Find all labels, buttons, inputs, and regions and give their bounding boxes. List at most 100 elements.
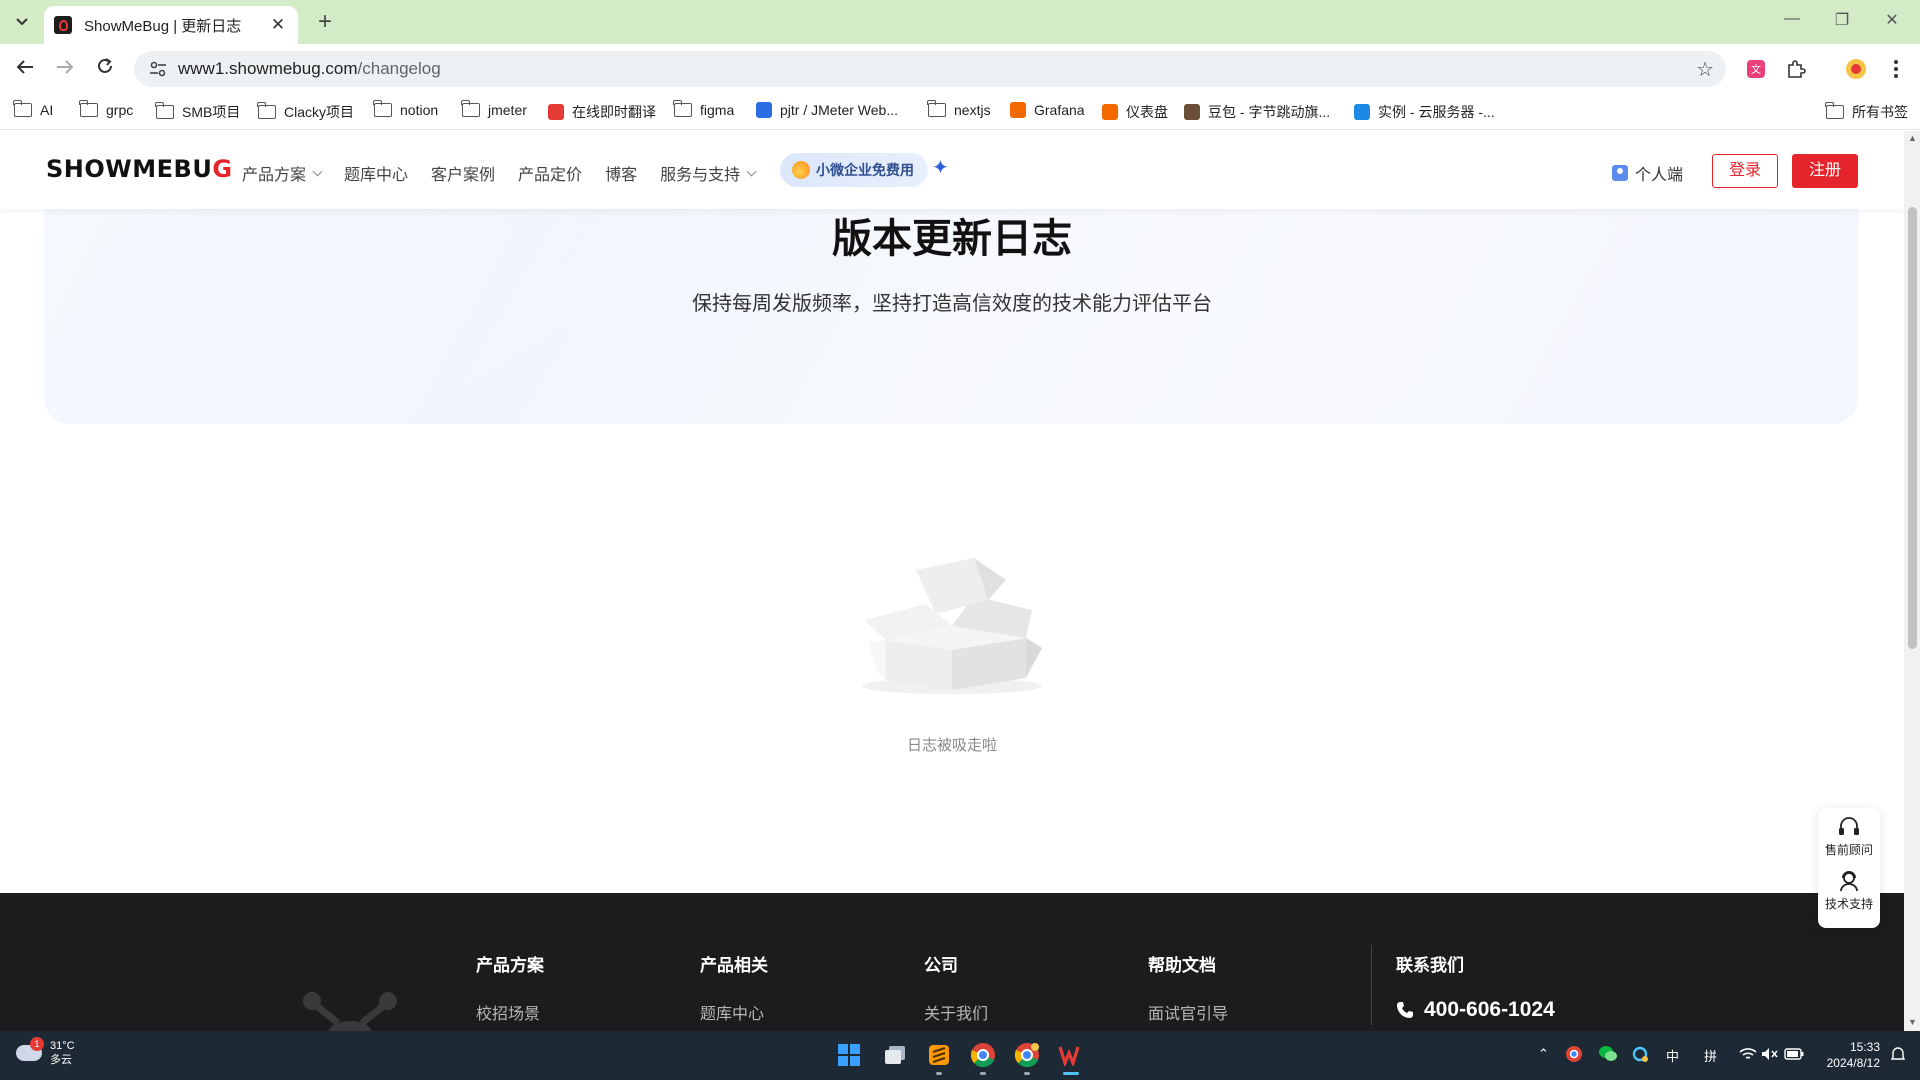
all-bookmarks-folder[interactable]: 所有书签 bbox=[1825, 102, 1908, 122]
wifi-icon[interactable] bbox=[1736, 1042, 1760, 1066]
bookmark-item[interactable]: notion bbox=[373, 100, 438, 118]
restore-button[interactable]: ❐ bbox=[1830, 10, 1854, 30]
url-text: www1.showmebug.com/changelog bbox=[178, 59, 441, 78]
bookmark-item[interactable]: nextjs bbox=[927, 100, 991, 118]
empty-state-text: 日志被吸走啦 bbox=[906, 737, 997, 754]
footer-link[interactable]: 校招场景 bbox=[476, 1000, 544, 1024]
back-button[interactable] bbox=[12, 56, 38, 82]
ime-language-indicator[interactable]: 中 bbox=[1666, 1046, 1679, 1065]
tray-chrome-icon[interactable] bbox=[1562, 1042, 1586, 1066]
personal-edition-link[interactable]: 个人端 bbox=[1612, 161, 1683, 185]
ime-mode-indicator[interactable]: 拼 bbox=[1704, 1046, 1717, 1065]
reload-icon bbox=[98, 58, 112, 73]
minimize-button[interactable]: — bbox=[1780, 10, 1804, 28]
mascot-bug-icon bbox=[303, 992, 397, 1031]
wps-icon bbox=[1058, 1046, 1080, 1066]
footer-link[interactable]: 题库中心 bbox=[700, 1000, 768, 1024]
site-nav-item[interactable]: 产品定价 bbox=[518, 161, 582, 185]
register-button[interactable]: 注册 bbox=[1792, 154, 1858, 188]
site-nav: 产品方案 题库中心 客户案例 产品定价 博客 服务与支持 bbox=[242, 161, 778, 185]
headset-icon bbox=[1839, 817, 1859, 835]
bookmark-item[interactable]: Grafana bbox=[1010, 102, 1085, 118]
bookmark-item[interactable]: 实例 - 云服务器 -... bbox=[1354, 102, 1495, 122]
tray-overflow-icon[interactable]: ⌃ bbox=[1538, 1046, 1549, 1062]
site-footer: 产品方案 校招场景 产品相关 题库中心 公司 关于我们 帮助文档 面试官引导 联… bbox=[0, 893, 1904, 1031]
weather-widget[interactable]: 1 31°C 多云 bbox=[16, 1037, 75, 1067]
sublime-text-icon bbox=[929, 1045, 949, 1065]
site-header: SHOWMEBUG 产品方案 题库中心 客户案例 产品定价 博客 服务与支持 小微企业免费… bbox=[0, 131, 1904, 209]
taskbar-app-sublime[interactable] bbox=[924, 1040, 954, 1075]
taskbar-app-chrome-profile[interactable] bbox=[1012, 1040, 1042, 1075]
browser-menu-icon[interactable] bbox=[1884, 57, 1908, 81]
footer-phone[interactable]: 400-606-1024 bbox=[1396, 998, 1555, 1022]
address-bar[interactable]: www1.showmebug.com/changelog ☆ bbox=[134, 51, 1726, 87]
extensions-puzzle-icon[interactable] bbox=[1784, 57, 1808, 81]
footer-link[interactable]: 关于我们 bbox=[924, 1000, 988, 1024]
folder-icon bbox=[13, 100, 32, 117]
bookmark-item[interactable]: figma bbox=[673, 100, 734, 118]
arrow-left-icon bbox=[16, 60, 33, 74]
bookmark-item[interactable]: Clacky项目 bbox=[257, 102, 354, 122]
new-tab-button[interactable]: + bbox=[312, 9, 338, 35]
tray-wechat-icon[interactable] bbox=[1596, 1042, 1620, 1066]
browser-tab-active[interactable]: ShowMeBug | 更新日志 ✕ bbox=[44, 6, 298, 44]
bookmark-item[interactable]: jmeter bbox=[461, 100, 527, 118]
tray-network-drive-icon[interactable] bbox=[1628, 1042, 1652, 1066]
footer-link[interactable]: 面试官引导 bbox=[1148, 1000, 1228, 1024]
start-button[interactable] bbox=[834, 1040, 864, 1070]
folder-icon bbox=[257, 102, 276, 119]
site-nav-item[interactable]: 题库中心 bbox=[344, 161, 408, 185]
folder-icon bbox=[373, 100, 392, 117]
floating-support-panel: 售前顾问 技术支持 bbox=[1818, 808, 1880, 928]
folder-icon bbox=[927, 100, 946, 117]
presales-consultant-button[interactable]: 售前顾问 bbox=[1818, 816, 1880, 858]
bookmark-item[interactable]: AI bbox=[13, 100, 53, 118]
close-window-button[interactable]: ✕ bbox=[1880, 10, 1904, 30]
scrollbar-thumb[interactable] bbox=[1908, 207, 1917, 649]
site-nav-item[interactable]: 服务与支持 bbox=[660, 161, 757, 185]
footer-col-company: 公司 关于我们 bbox=[924, 956, 989, 1024]
taskbar-app-chrome[interactable] bbox=[968, 1040, 998, 1075]
showmebug-logo[interactable]: SHOWMEBUG bbox=[46, 155, 233, 183]
taskbar-app-wps[interactable] bbox=[1056, 1040, 1086, 1075]
bookmark-item[interactable]: 仪表盘 bbox=[1102, 102, 1168, 122]
shield-icon bbox=[756, 102, 772, 118]
notification-center-icon[interactable] bbox=[1886, 1042, 1910, 1066]
battery-icon[interactable] bbox=[1782, 1042, 1806, 1066]
folder-icon bbox=[461, 100, 480, 117]
forward-button[interactable] bbox=[52, 56, 78, 82]
page-scrollbar[interactable]: ▲ ▼ bbox=[1904, 131, 1920, 1031]
footer-col-products: 产品方案 校招场景 bbox=[476, 956, 544, 1024]
support-agent-icon bbox=[1840, 871, 1858, 892]
bookmark-item[interactable]: SMB项目 bbox=[155, 102, 240, 122]
chrome-icon bbox=[970, 1043, 995, 1068]
bookmark-item[interactable]: grpc bbox=[79, 100, 133, 118]
user-icon bbox=[1612, 165, 1628, 181]
profile-avatar-icon[interactable] bbox=[1844, 57, 1868, 81]
tech-support-button[interactable]: 技术支持 bbox=[1818, 870, 1880, 912]
site-info-icon[interactable] bbox=[148, 59, 168, 79]
login-button[interactable]: 登录 bbox=[1712, 154, 1778, 188]
bookmark-star-icon[interactable]: ☆ bbox=[1696, 57, 1714, 82]
scroll-up-icon[interactable]: ▲ bbox=[1908, 133, 1917, 143]
bookmark-item[interactable]: 在线即时翻译 bbox=[548, 102, 656, 122]
translate-extension-icon[interactable]: 文 bbox=[1744, 57, 1768, 81]
bookmark-item[interactable]: 豆包 - 字节跳动旗... bbox=[1184, 102, 1330, 122]
tab-close-icon[interactable]: ✕ bbox=[268, 15, 288, 35]
svg-text:文: 文 bbox=[1751, 63, 1761, 76]
site-nav-item[interactable]: 客户案例 bbox=[431, 161, 495, 185]
scroll-down-icon[interactable]: ▼ bbox=[1908, 1017, 1917, 1027]
site-nav-item[interactable]: 博客 bbox=[605, 161, 637, 185]
tab-title: ShowMeBug | 更新日志 bbox=[84, 17, 242, 35]
task-view-button[interactable] bbox=[880, 1040, 910, 1070]
volume-muted-icon[interactable] bbox=[1758, 1042, 1782, 1066]
flame-icon bbox=[792, 161, 810, 179]
site-nav-item[interactable]: 产品方案 bbox=[242, 161, 323, 185]
free-for-small-business-badge[interactable]: 小微企业免费用 bbox=[780, 153, 928, 187]
reload-button[interactable] bbox=[92, 56, 118, 82]
task-view-icon bbox=[885, 1046, 905, 1064]
system-clock[interactable]: 15:33 2024/8/12 bbox=[1820, 1039, 1880, 1071]
sparkle-icon: ✦ bbox=[932, 157, 949, 179]
tab-search-button[interactable] bbox=[8, 8, 36, 36]
bookmark-item[interactable]: pjtr / JMeter Web... bbox=[756, 102, 898, 118]
